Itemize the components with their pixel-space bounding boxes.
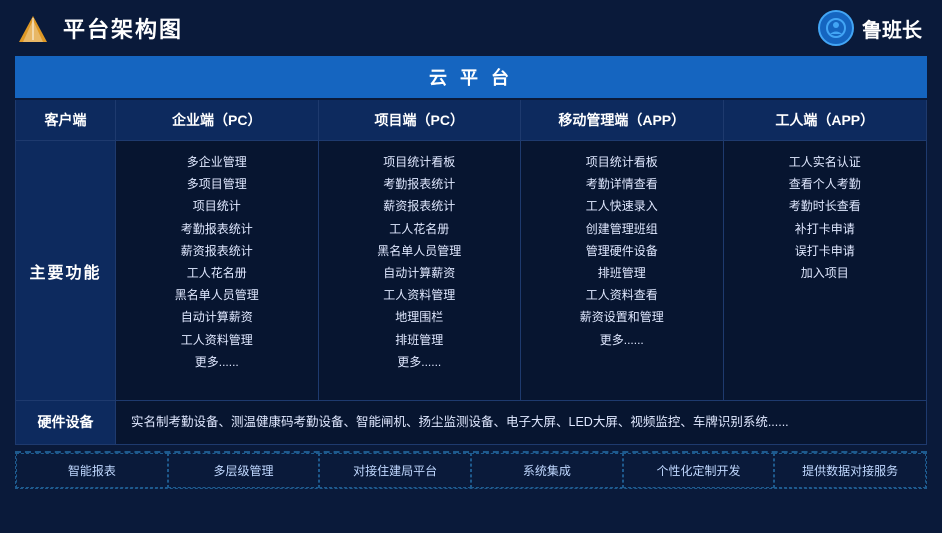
features-row: 主要功能 多企业管理 多项目管理 项目统计 考勤报表统计 薪资报表统计 工人花名… <box>15 141 927 401</box>
col-header-client: 客户端 <box>16 100 116 140</box>
project-feat-2: 薪资报表统计 <box>327 197 513 216</box>
bottom-feat-4: 个性化定制开发 <box>623 453 775 488</box>
enterprise-features-col: 多企业管理 多项目管理 项目统计 考勤报表统计 薪资报表统计 工人花名册 黑名单… <box>116 141 319 400</box>
bottom-feat-0: 智能报表 <box>16 453 168 488</box>
mobile-feat-4: 管理硬件设备 <box>529 242 715 261</box>
bottom-features-row: 智能报表 多层级管理 对接住建局平台 系统集成 个性化定制开发 提供数据对接服务 <box>15 451 927 489</box>
project-feat-4: 黑名单人员管理 <box>327 242 513 261</box>
brand-circle-icon <box>818 10 854 46</box>
hardware-label: 硬件设备 <box>16 401 116 444</box>
col-header-worker: 工人端（APP） <box>724 100 927 140</box>
mobile-feat-2: 工人快速录入 <box>529 197 715 216</box>
project-feat-7: 地理围栏 <box>327 308 513 327</box>
bottom-feat-1: 多层级管理 <box>168 453 320 488</box>
app-logo-icon <box>15 10 51 46</box>
mobile-feat-6: 工人资料查看 <box>529 286 715 305</box>
enterprise-feat-0: 多企业管理 <box>124 153 310 172</box>
page-title: 平台架构图 <box>63 12 183 44</box>
header: 平台架构图 鲁班长 <box>0 0 942 56</box>
hardware-row: 硬件设备 实名制考勤设备、测温健康码考勤设备、智能闸机、扬尘监测设备、电子大屏、… <box>15 401 927 445</box>
project-feat-1: 考勤报表统计 <box>327 175 513 194</box>
hardware-content: 实名制考勤设备、测温健康码考勤设备、智能闸机、扬尘监测设备、电子大屏、LED大屏… <box>116 401 926 444</box>
bottom-feat-2: 对接住建局平台 <box>319 453 471 488</box>
enterprise-feat-1: 多项目管理 <box>124 175 310 194</box>
col-header-project: 项目端（PC） <box>319 100 522 140</box>
brand-logo: 鲁班长 <box>818 10 922 46</box>
bottom-feat-5: 提供数据对接服务 <box>774 453 926 488</box>
enterprise-feat-7: 自动计算薪资 <box>124 308 310 327</box>
enterprise-feat-9: 更多...... <box>124 353 310 372</box>
worker-feat-2: 考勤时长查看 <box>732 197 919 216</box>
project-features-col: 项目统计看板 考勤报表统计 薪资报表统计 工人花名册 黑名单人员管理 自动计算薪… <box>319 141 522 400</box>
worker-feat-4: 误打卡申请 <box>732 242 919 261</box>
project-feat-6: 工人资料管理 <box>327 286 513 305</box>
mobile-feat-8: 更多...... <box>529 331 715 350</box>
enterprise-feat-8: 工人资料管理 <box>124 331 310 350</box>
mobile-feat-1: 考勤详情查看 <box>529 175 715 194</box>
worker-features-col: 工人实名认证 查看个人考勤 考勤时长查看 补打卡申请 误打卡申请 加入项目 <box>724 141 927 400</box>
mobile-feat-3: 创建管理班组 <box>529 220 715 239</box>
project-feat-5: 自动计算薪资 <box>327 264 513 283</box>
brand-name: 鲁班长 <box>862 14 922 43</box>
col-header-enterprise: 企业端（PC） <box>116 100 319 140</box>
worker-feat-5: 加入项目 <box>732 264 919 283</box>
cloud-platform-banner: 云 平 台 <box>15 56 927 98</box>
column-headers: 客户端 企业端（PC） 项目端（PC） 移动管理端（APP） 工人端（APP） <box>15 100 927 141</box>
mobile-feat-7: 薪资设置和管理 <box>529 308 715 327</box>
worker-feat-1: 查看个人考勤 <box>732 175 919 194</box>
row-label-main-features: 主要功能 <box>16 141 116 400</box>
enterprise-feat-3: 考勤报表统计 <box>124 220 310 239</box>
bottom-feat-3: 系统集成 <box>471 453 623 488</box>
enterprise-feat-2: 项目统计 <box>124 197 310 216</box>
mobile-features-col: 项目统计看板 考勤详情查看 工人快速录入 创建管理班组 管理硬件设备 排班管理 … <box>521 141 724 400</box>
header-left: 平台架构图 <box>15 10 183 46</box>
project-feat-9: 更多...... <box>327 353 513 372</box>
enterprise-feat-6: 黑名单人员管理 <box>124 286 310 305</box>
project-feat-8: 排班管理 <box>327 331 513 350</box>
project-feat-0: 项目统计看板 <box>327 153 513 172</box>
project-feat-3: 工人花名册 <box>327 220 513 239</box>
enterprise-feat-4: 薪资报表统计 <box>124 242 310 261</box>
mobile-feat-0: 项目统计看板 <box>529 153 715 172</box>
mobile-feat-5: 排班管理 <box>529 264 715 283</box>
main-content: 云 平 台 客户端 企业端（PC） 项目端（PC） 移动管理端（APP） 工人端… <box>0 56 942 499</box>
worker-feat-3: 补打卡申请 <box>732 220 919 239</box>
col-header-mobile: 移动管理端（APP） <box>521 100 724 140</box>
worker-feat-0: 工人实名认证 <box>732 153 919 172</box>
enterprise-feat-5: 工人花名册 <box>124 264 310 283</box>
